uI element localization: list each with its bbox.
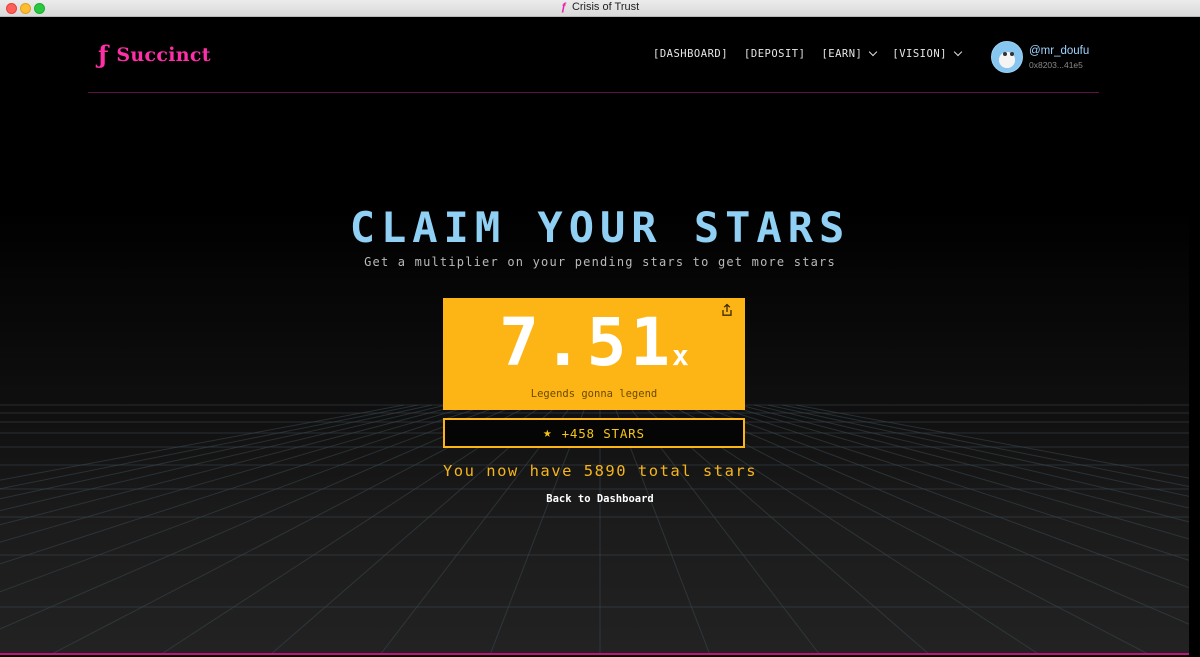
nav-deposit[interactable]: [DEPOSIT] <box>744 48 805 60</box>
total-stars-text: You now have 5890 total stars <box>442 462 758 480</box>
window-title-text: Crisis of Trust <box>571 1 640 13</box>
succinct-logo-icon: ƒ <box>98 40 109 69</box>
multiplier-number: 7.51 <box>499 304 675 381</box>
nav-label: [DASHBOARD] <box>653 48 729 60</box>
window-title: ƒ Crisis of Trust <box>0 1 1200 13</box>
page-subtitle: Get a multiplier on your pending stars t… <box>364 255 836 269</box>
nav-earn-dropdown[interactable]: [EARN] <box>821 47 878 60</box>
multiplier-tagline: Legends gonna legend <box>530 388 658 400</box>
page-title: CLAIM YOUR STARS <box>349 203 851 252</box>
chevron-down-icon <box>869 47 878 57</box>
back-to-dashboard-link[interactable]: Back to Dashboard <box>0 493 1200 505</box>
stars-label: +458 STARS <box>561 425 645 441</box>
multiplier-value: 7.51x <box>443 308 745 391</box>
chevron-down-icon <box>953 47 963 57</box>
multiplier-card: 7.51x Legends gonna legend <box>443 298 745 410</box>
bottom-border <box>0 653 1200 655</box>
page: ƒ Succinct [DASHBOARD] [DEPOSIT] [EARN] … <box>0 17 1200 655</box>
logo-text: Succinct <box>116 44 211 66</box>
top-header: ƒ Succinct [DASHBOARD] [DEPOSIT] [EARN] … <box>88 17 1099 93</box>
claim-stars-button[interactable]: ★ +458 STARS <box>443 418 745 448</box>
nav-dashboard[interactable]: [DASHBOARD] <box>653 48 728 60</box>
nav-label: [DEPOSIT] <box>744 48 806 60</box>
user-name: @mr_doufu <box>1029 44 1090 57</box>
wallet-address: 0x8203...41e5 <box>1029 59 1083 70</box>
nav-label: [EARN] <box>821 48 863 60</box>
nav-vision-dropdown[interactable]: [VISION] <box>892 47 963 60</box>
avatar <box>991 41 1023 73</box>
star-icon: ★ <box>543 425 552 441</box>
multiplier-suffix: x <box>672 339 689 372</box>
nav-label: [VISION] <box>892 48 947 60</box>
user-info: @mr_doufu 0x8203...41e5 <box>1029 45 1089 70</box>
main-nav: [DASHBOARD] [DEPOSIT] [EARN] [VISION] <box>653 47 977 60</box>
user-profile-button[interactable]: @mr_doufu 0x8203...41e5 <box>991 41 1089 73</box>
window-titlebar: ƒ Crisis of Trust <box>0 0 1200 17</box>
window-right-edge <box>1189 17 1200 657</box>
succinct-logo[interactable]: ƒ Succinct <box>98 43 211 67</box>
succinct-logo-icon: ƒ <box>560 1 567 13</box>
